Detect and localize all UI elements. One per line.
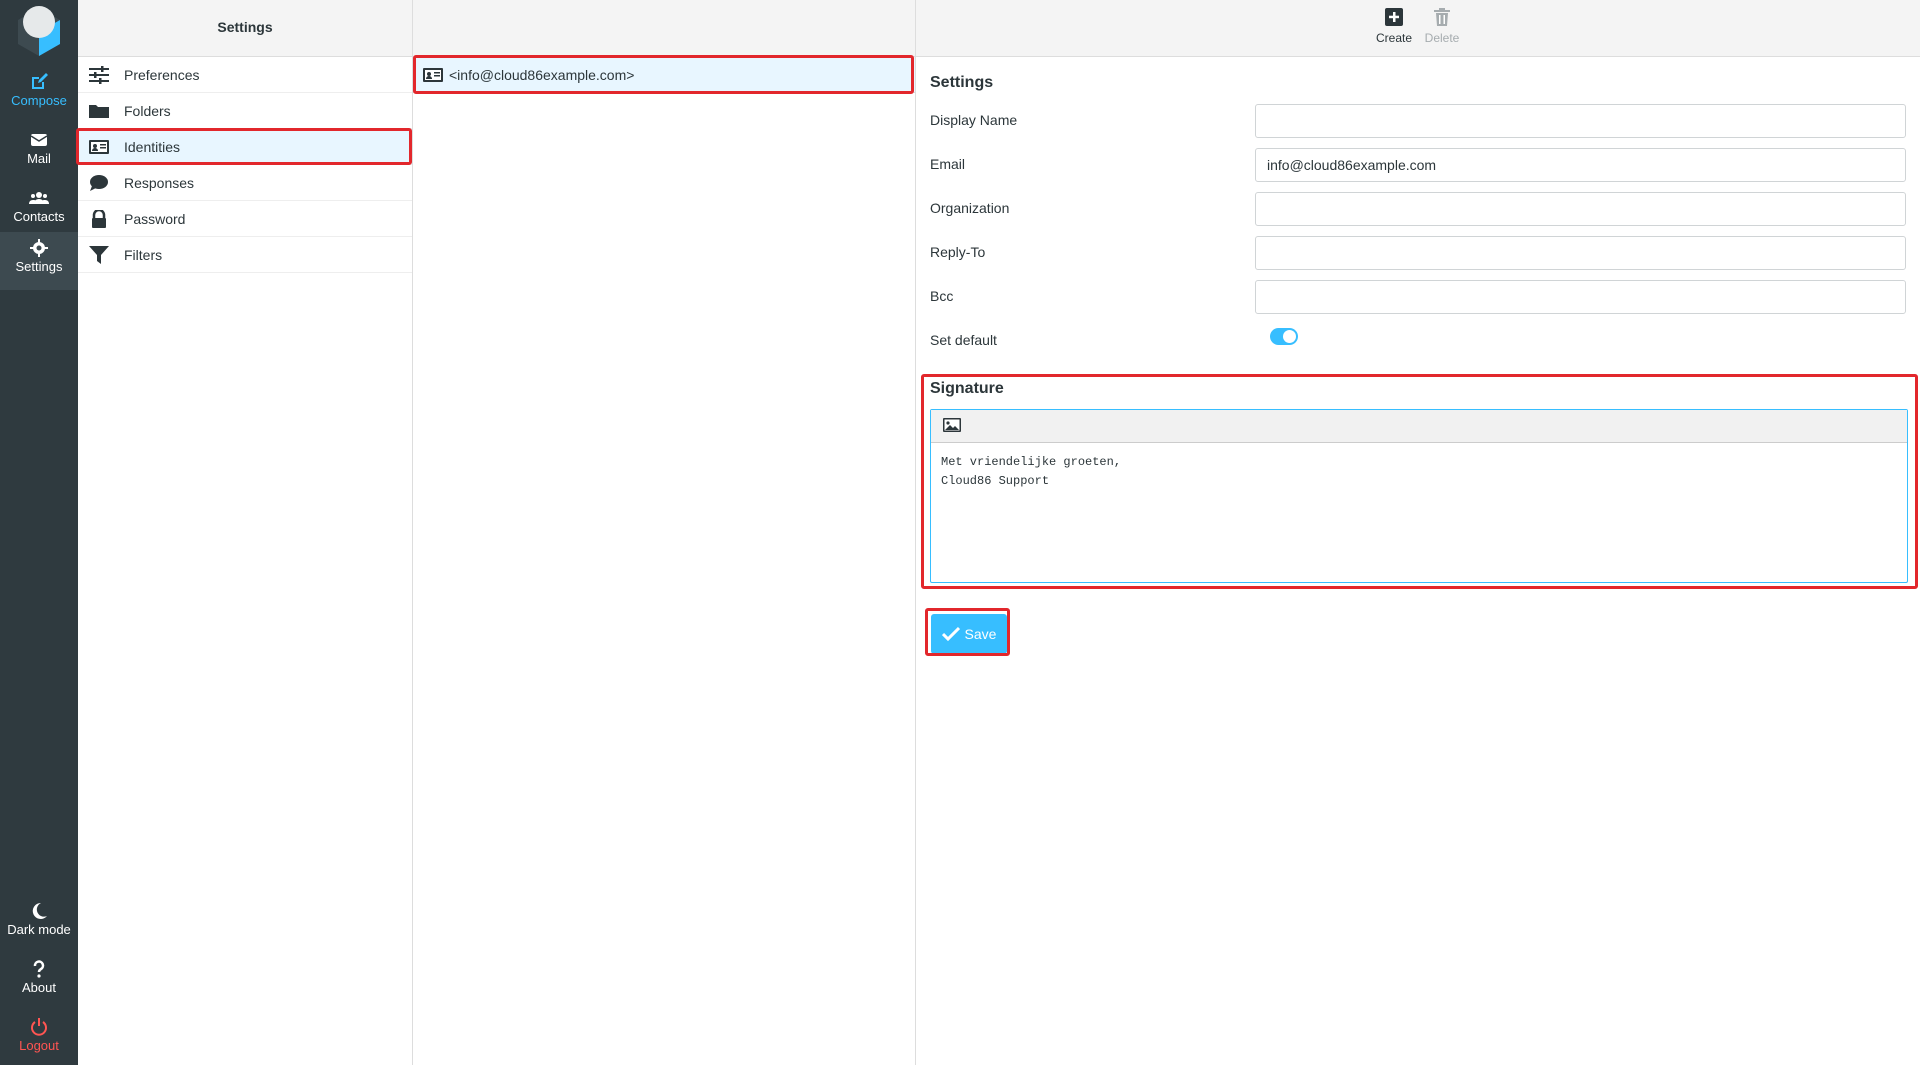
moon-icon <box>0 895 78 921</box>
display-name-input[interactable] <box>1255 104 1906 138</box>
identity-label: <info@cloud86example.com> <box>449 66 635 83</box>
id-card-icon <box>88 137 110 157</box>
signature-editor[interactable]: Met vriendelijke groeten, Cloud86 Suppor… <box>930 409 1908 583</box>
settings-sidebar: Settings Preferences Folders Identities … <box>76 0 413 1065</box>
trash-icon <box>1434 8 1450 26</box>
settings-item-password[interactable]: Password <box>78 201 412 237</box>
users-icon <box>0 182 78 208</box>
delete-label: Delete <box>1424 31 1460 45</box>
bcc-row: Bcc <box>930 280 1906 316</box>
image-icon[interactable] <box>943 417 961 436</box>
settings-section-title: Settings <box>930 74 994 91</box>
display-name-row: Display Name <box>930 104 1906 140</box>
display-name-label: Display Name <box>930 112 1018 128</box>
bcc-label: Bcc <box>930 288 954 304</box>
organization-input[interactable] <box>1255 192 1906 226</box>
contacts-label: Contacts <box>13 209 65 224</box>
dark-mode-button[interactable]: Dark mode <box>0 895 78 951</box>
signature-text[interactable]: Met vriendelijke groeten, Cloud86 Suppor… <box>931 443 1907 501</box>
settings-item-label: Identities <box>124 138 181 155</box>
identities-panel-header <box>413 0 915 57</box>
question-icon <box>0 953 78 979</box>
set-default-row: Set default <box>930 324 1906 360</box>
reply-to-label: Reply-To <box>930 244 986 260</box>
settings-button[interactable]: Settings <box>0 232 78 290</box>
set-default-toggle[interactable] <box>1270 328 1298 345</box>
folder-icon <box>88 101 110 121</box>
id-card-icon <box>423 66 445 84</box>
reply-to-row: Reply-To <box>930 236 1906 272</box>
settings-item-folders[interactable]: Folders <box>78 93 412 129</box>
dark-mode-label: Dark mode <box>7 922 71 937</box>
signature-section-title: Signature <box>930 380 1004 397</box>
settings-item-preferences[interactable]: Preferences <box>78 57 412 93</box>
about-button[interactable]: About <box>0 953 78 1009</box>
identities-list-panel: <info@cloud86example.com> <box>413 0 916 1065</box>
toolbar: Create Delete <box>916 0 1920 57</box>
email-input[interactable] <box>1255 148 1906 182</box>
checkmark-icon <box>941 626 960 642</box>
identity-editor: Create Delete Settings Display Name Emai… <box>916 0 1920 1065</box>
delete-button[interactable]: Delete <box>1418 8 1466 45</box>
plus-square-icon <box>1385 8 1403 26</box>
organization-row: Organization <box>930 192 1906 228</box>
nav-rail: Compose Mail Contacts Settings Dark mode… <box>0 0 78 1065</box>
save-button[interactable]: Save <box>931 614 1007 654</box>
settings-item-filters[interactable]: Filters <box>78 237 412 273</box>
contacts-button[interactable]: Contacts <box>0 182 78 238</box>
email-row: Email <box>930 148 1906 184</box>
set-default-label: Set default <box>930 332 997 348</box>
mail-button[interactable]: Mail <box>0 124 78 180</box>
reply-to-input[interactable] <box>1255 236 1906 270</box>
about-label: About <box>22 980 56 995</box>
identity-item[interactable]: <info@cloud86example.com> <box>413 57 915 93</box>
settings-item-label: Responses <box>124 174 195 191</box>
gear-icon <box>0 232 78 258</box>
mail-label: Mail <box>27 151 51 166</box>
filter-icon <box>88 245 110 265</box>
create-button[interactable]: Create <box>1370 8 1418 45</box>
logout-button[interactable]: Logout <box>0 1011 78 1065</box>
settings-label: Settings <box>15 259 63 274</box>
create-label: Create <box>1375 31 1413 45</box>
compose-label: Compose <box>11 93 67 108</box>
app-logo <box>12 2 66 56</box>
save-label: Save <box>964 626 997 642</box>
settings-item-responses[interactable]: Responses <box>78 165 412 201</box>
power-icon <box>0 1011 78 1037</box>
comment-icon <box>88 173 110 193</box>
edit-icon <box>0 66 78 92</box>
compose-button[interactable]: Compose <box>0 66 78 122</box>
signature-toolbar <box>931 410 1907 443</box>
settings-item-label: Password <box>124 210 186 227</box>
lock-icon <box>88 209 110 229</box>
settings-item-label: Folders <box>124 102 171 119</box>
organization-label: Organization <box>930 200 1010 216</box>
settings-item-label: Preferences <box>124 66 200 83</box>
toggle-knob <box>1283 330 1296 343</box>
settings-item-identities[interactable]: Identities <box>78 129 412 165</box>
settings-panel-title: Settings <box>78 0 412 57</box>
bcc-input[interactable] <box>1255 280 1906 314</box>
logout-label: Logout <box>19 1038 59 1053</box>
settings-item-label: Filters <box>124 246 163 263</box>
envelope-icon <box>0 124 78 150</box>
sliders-icon <box>88 65 110 85</box>
email-label: Email <box>930 156 966 172</box>
